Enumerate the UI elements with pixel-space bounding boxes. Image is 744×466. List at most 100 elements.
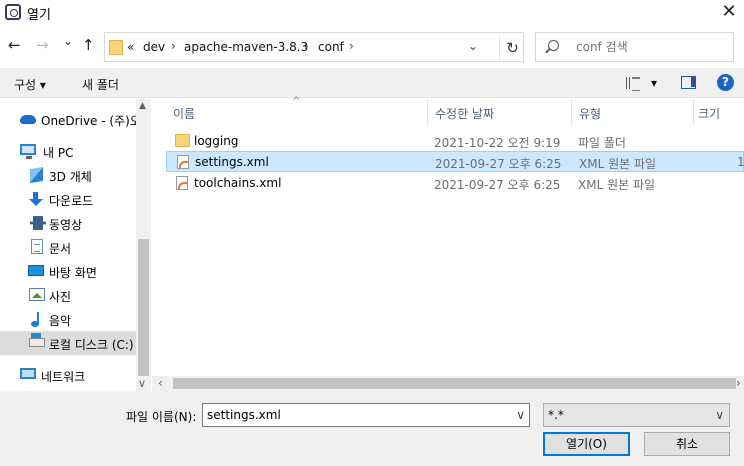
file-name: logging — [194, 134, 239, 148]
sidebar-item-label: 바탕 화면 — [49, 266, 97, 280]
refresh-button[interactable]: ↻ — [499, 36, 525, 60]
forward-button[interactable]: → — [36, 36, 49, 54]
scrollbar-thumb[interactable] — [138, 239, 149, 376]
sidebar-item-this-pc[interactable]: 내 PC — [0, 139, 136, 163]
up-button[interactable]: ↑ — [82, 36, 95, 54]
sidebar-item-videos[interactable]: 동영상 — [0, 211, 136, 235]
navigation-pane: OneDrive - (주)오 내 PC 3D 개체 다운로드 동영상 문서 바… — [0, 99, 151, 391]
local-disk-icon — [29, 333, 45, 347]
chevron-right-icon[interactable]: › — [349, 39, 354, 53]
column-header-label: 이름 — [173, 107, 196, 121]
chevron-down-icon[interactable]: ∨ — [715, 408, 724, 422]
sidebar-item-music[interactable]: 음악 — [0, 307, 136, 331]
view-dropdown-button[interactable]: ▾ — [651, 76, 657, 90]
file-row[interactable]: toolchains.xml 2021-09-27 오후 6:25 XML 원본… — [166, 173, 744, 194]
search-box[interactable] — [535, 32, 734, 62]
filename-value[interactable]: settings.xml — [207, 408, 281, 422]
breadcrumb-dev[interactable]: dev — [143, 40, 165, 54]
sidebar-item-label: 내 PC — [43, 146, 74, 160]
open-button[interactable]: 열기(O) — [543, 432, 630, 456]
recent-locations-button[interactable]: ⌄ — [63, 34, 73, 48]
sidebar-item-label: 3D 개체 — [49, 170, 92, 184]
window-title: 열기 — [27, 8, 51, 23]
help-icon[interactable]: ? — [717, 74, 734, 91]
address-row: ← → ⌄ ↑ « dev › apache-maven-3.8.3 › con… — [0, 30, 744, 64]
search-icon — [548, 40, 559, 51]
breadcrumb-maven[interactable]: apache-maven-3.8.3 — [184, 40, 308, 54]
sidebar-scrollbar[interactable]: ▲ ∨ — [136, 99, 151, 391]
breadcrumb-overflow[interactable]: « — [127, 40, 134, 54]
chevron-right-icon[interactable]: › — [171, 39, 176, 53]
close-button[interactable]: ✕ — [714, 0, 744, 26]
horizontal-scrollbar[interactable]: ‹ › — [152, 376, 744, 391]
sidebar-item-label: 다운로드 — [49, 194, 94, 208]
folder-icon — [109, 40, 123, 55]
pictures-icon — [29, 288, 45, 301]
sidebar-item-label: 동영상 — [49, 218, 83, 232]
file-type: 파일 폴더 — [578, 136, 626, 150]
back-button[interactable]: ← — [8, 36, 21, 54]
column-header-size[interactable]: 크기 — [694, 99, 744, 125]
file-size: 1 — [737, 155, 744, 169]
column-header-type[interactable]: 유형 — [572, 99, 694, 125]
sidebar-item-network[interactable]: 네트워크 — [0, 363, 136, 387]
file-type: XML 원본 파일 — [579, 157, 657, 171]
filename-label: 파일 이름(N): — [126, 410, 197, 424]
address-bar[interactable]: « dev › apache-maven-3.8.3 › conf › ⌄ ↻ — [104, 32, 524, 62]
sidebar-item-pictures[interactable]: 사진 — [0, 283, 136, 307]
new-folder-button[interactable]: 새 폴더 — [82, 76, 119, 93]
column-header-name[interactable]: 이름 ^ — [166, 96, 428, 125]
preview-pane-icon[interactable] — [681, 76, 696, 89]
breadcrumb-conf[interactable]: conf — [318, 40, 344, 54]
file-name: toolchains.xml — [194, 176, 282, 190]
file-modified: 2021-09-27 오후 6:25 — [435, 157, 562, 171]
xml-file-icon — [176, 176, 188, 190]
file-row[interactable]: logging 2021-10-22 오전 9:19 파일 폴더 — [166, 131, 744, 152]
toolbar: 구성 ▾ 새 폴더 ▾ ? — [0, 68, 744, 98]
column-header-modified[interactable]: 수정한 날짜 — [428, 99, 572, 125]
sidebar-item-documents[interactable]: 문서 — [0, 235, 136, 259]
sidebar-item-3d-objects[interactable]: 3D 개체 — [0, 163, 136, 187]
downloads-icon — [28, 192, 44, 206]
documents-icon — [31, 239, 43, 254]
sidebar-item-label: OneDrive - (주)오 — [41, 114, 141, 128]
title-bar: 열기 ✕ — [0, 0, 744, 26]
search-input[interactable] — [576, 40, 726, 54]
sidebar-item-onedrive[interactable]: OneDrive - (주)오 — [0, 107, 141, 131]
scroll-left-arrow-icon[interactable]: ‹ — [158, 376, 163, 390]
sort-ascending-icon: ^ — [292, 96, 301, 107]
filter-value: *.* — [548, 408, 564, 422]
scrollbar-thumb[interactable] — [173, 378, 736, 389]
xml-file-icon — [177, 155, 189, 169]
cancel-button[interactable]: 취소 — [644, 432, 730, 456]
file-type-filter[interactable]: *.* ∨ — [543, 403, 730, 427]
sidebar-item-label: 네트워크 — [41, 370, 86, 384]
sidebar-item-downloads[interactable]: 다운로드 — [0, 187, 136, 211]
chevron-right-icon[interactable]: › — [304, 39, 309, 53]
file-type: XML 원본 파일 — [578, 178, 656, 192]
file-name: settings.xml — [195, 155, 269, 169]
3d-objects-icon — [30, 166, 43, 184]
music-icon — [31, 312, 43, 327]
organize-menu[interactable]: 구성 ▾ — [14, 76, 46, 93]
column-header-label: 수정한 날짜 — [435, 107, 495, 121]
file-modified: 2021-09-27 오후 6:25 — [434, 178, 561, 192]
chevron-down-icon[interactable]: ∨ — [516, 408, 525, 422]
videos-icon — [30, 216, 46, 230]
view-options-icon[interactable] — [626, 77, 640, 91]
sidebar-item-label: 로컬 디스크 (C:) — [49, 338, 134, 352]
filename-input[interactable]: settings.xml ∨ — [202, 403, 530, 427]
scroll-down-arrow-icon[interactable]: ∨ — [138, 377, 146, 390]
sidebar-item-label: 문서 — [49, 242, 72, 256]
column-header-label: 크기 — [698, 107, 721, 121]
network-icon — [20, 368, 36, 379]
sidebar-item-desktop[interactable]: 바탕 화면 — [0, 259, 136, 283]
scroll-up-arrow-icon[interactable]: ▲ — [139, 101, 146, 111]
sidebar-item-label: 사진 — [49, 290, 72, 304]
file-row[interactable]: settings.xml 2021-09-27 오후 6:25 XML 원본 파… — [166, 151, 744, 172]
sidebar-item-label: 음악 — [49, 314, 72, 328]
scroll-right-arrow-icon[interactable]: › — [736, 376, 741, 390]
chevron-down-icon[interactable]: ⌄ — [468, 39, 478, 53]
sidebar-item-local-disk[interactable]: 로컬 디스크 (C:) — [0, 331, 136, 355]
folder-icon — [175, 134, 190, 147]
